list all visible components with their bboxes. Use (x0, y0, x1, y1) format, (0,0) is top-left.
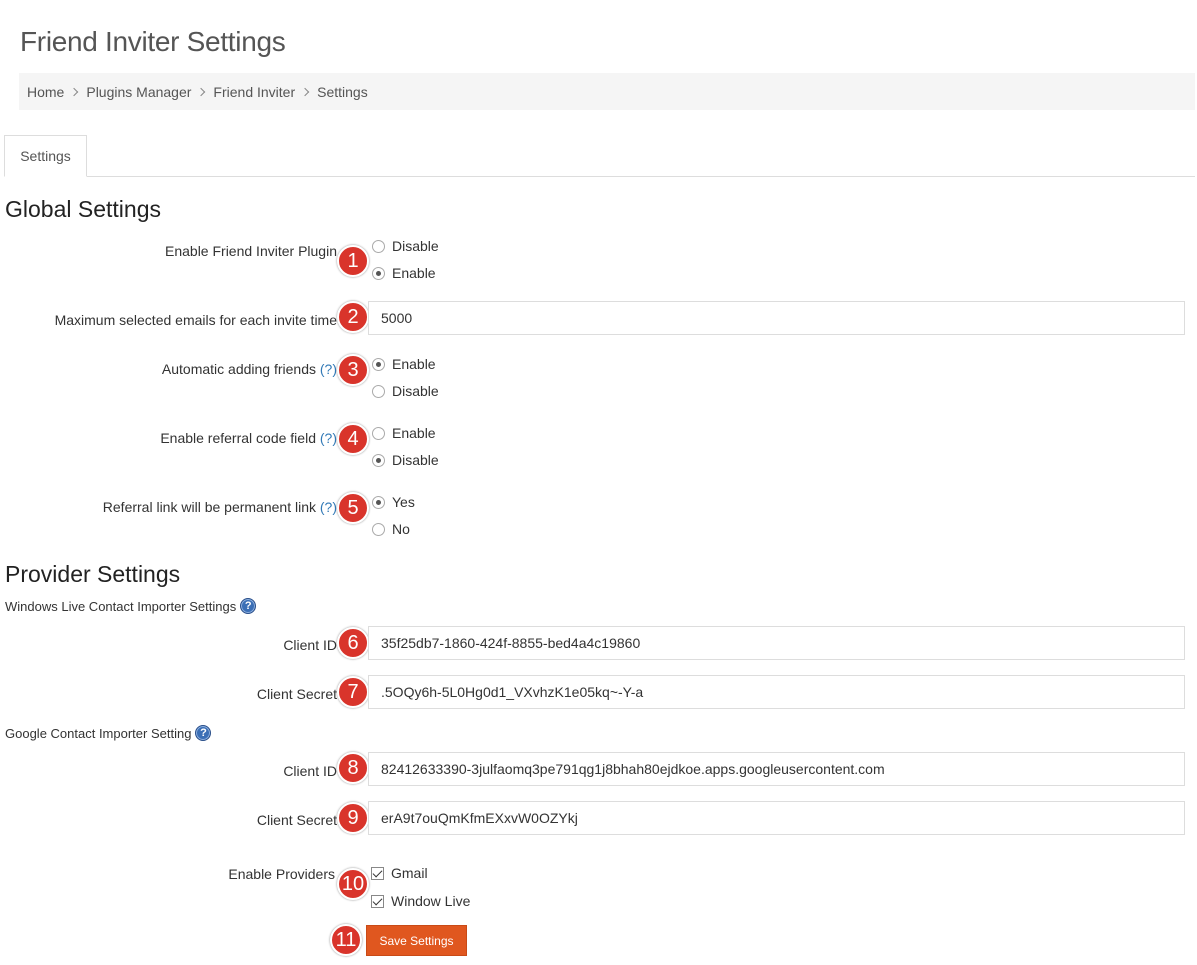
option-label: Disable (392, 452, 439, 468)
auto-friends-disable-radio[interactable]: Disable (372, 383, 439, 399)
radio-selected-icon (372, 495, 385, 509)
chevron-right-icon (70, 87, 79, 96)
referral-field-label-text: Enable referral code field (160, 430, 316, 446)
option-label: No (392, 521, 410, 537)
annotation-badge-2: 2 (337, 301, 369, 333)
provider-window-live-checkbox[interactable]: Window Live (371, 893, 470, 909)
annotation-badge-10: 10 (337, 868, 369, 900)
option-label: Disable (392, 383, 439, 399)
radio-selected-icon (372, 357, 385, 371)
google-heading-text: Google Contact Importer Setting (5, 725, 192, 741)
auto-friends-label-text: Automatic adding friends (161, 361, 316, 377)
annotation-badge-5: 5 (337, 492, 369, 524)
wl-client-id-input[interactable] (368, 626, 1185, 660)
wl-client-secret-label: Client Secret (256, 686, 337, 702)
permanent-link-label-text: Referral link will be permanent link (102, 499, 316, 515)
annotation-badge-3: 3 (337, 354, 369, 386)
radio-icon (372, 384, 385, 398)
chevron-right-icon (300, 87, 310, 96)
provider-gmail-checkbox[interactable]: Gmail (371, 865, 428, 881)
annotation-badge-1: 1 (337, 245, 369, 277)
annotation-badge-6: 6 (337, 627, 369, 659)
annotation-badge-11: 11 (330, 924, 362, 956)
permanent-link-no-radio[interactable]: No (372, 521, 410, 537)
auto-friends-label: Automatic adding friends (?) (162, 361, 337, 377)
radio-icon (372, 522, 385, 536)
referral-field-disable-radio[interactable]: Disable (372, 452, 439, 468)
google-client-id-label: Client ID (283, 763, 337, 779)
option-label: Yes (392, 494, 415, 510)
annotation-badge-4: 4 (337, 423, 369, 455)
referral-field-enable-radio[interactable]: Enable (372, 425, 436, 441)
option-label: Enable (392, 425, 436, 441)
help-link[interactable]: (?) (320, 430, 337, 446)
checkbox-checked-icon (371, 894, 384, 908)
help-icon[interactable]: ? (240, 598, 257, 614)
radio-selected-icon (372, 266, 385, 280)
tab-bar: Settings (4, 135, 1195, 177)
save-settings-button[interactable]: Save Settings (366, 925, 467, 956)
radio-icon (372, 239, 385, 253)
google-client-id-input[interactable] (368, 752, 1185, 786)
annotation-badge-9: 9 (337, 802, 369, 834)
page-title: Friend Inviter Settings (20, 26, 286, 57)
option-label: Window Live (391, 893, 471, 909)
radio-icon (372, 426, 385, 440)
option-label: Enable (392, 356, 436, 372)
help-link[interactable]: (?) (320, 361, 337, 377)
wl-client-id-label: Client ID (283, 637, 337, 653)
annotation-badge-7: 7 (337, 676, 369, 708)
wl-client-secret-input[interactable] (368, 675, 1185, 709)
max-emails-input[interactable] (368, 301, 1185, 335)
max-emails-label: Maximum selected emails for each invite … (54, 312, 337, 328)
google-heading: Google Contact Importer Setting? (5, 725, 212, 741)
checkbox-checked-icon (371, 866, 384, 880)
enable-plugin-disable-radio[interactable]: Disable (372, 238, 439, 254)
help-link[interactable]: (?) (320, 499, 337, 515)
tab-settings[interactable]: Settings (4, 135, 87, 177)
breadcrumb: Home Plugins Manager Friend Inviter Sett… (19, 73, 1195, 110)
option-label: Enable (392, 265, 436, 281)
windows-live-heading-text: Windows Live Contact Importer Settings (5, 598, 237, 614)
breadcrumb-friend-inviter[interactable]: Friend Inviter (213, 84, 295, 100)
annotation-badge-8: 8 (337, 752, 369, 784)
google-client-secret-input[interactable] (368, 801, 1185, 835)
radio-selected-icon (372, 453, 385, 467)
referral-field-label: Enable referral code field (?) (160, 430, 337, 446)
enable-plugin-label: Enable Friend Inviter Plugin (165, 243, 337, 259)
enable-plugin-enable-radio[interactable]: Enable (372, 265, 436, 281)
permanent-link-yes-radio[interactable]: Yes (372, 494, 415, 510)
provider-settings-heading: Provider Settings (5, 561, 181, 587)
option-label: Disable (392, 238, 439, 254)
enable-providers-label: Enable Providers (228, 866, 335, 882)
chevron-right-icon (197, 87, 206, 96)
breadcrumb-settings: Settings (317, 83, 368, 100)
auto-friends-enable-radio[interactable]: Enable (372, 356, 436, 372)
help-icon[interactable]: ? (195, 725, 212, 741)
breadcrumb-home[interactable]: Home (27, 84, 64, 100)
breadcrumb-plugins-manager[interactable]: Plugins Manager (86, 84, 191, 100)
global-settings-heading: Global Settings (5, 196, 161, 222)
windows-live-heading: Windows Live Contact Importer Settings? (5, 598, 257, 614)
option-label: Gmail (391, 865, 428, 881)
permanent-link-label: Referral link will be permanent link (?) (103, 499, 337, 515)
google-client-secret-label: Client Secret (256, 812, 337, 828)
